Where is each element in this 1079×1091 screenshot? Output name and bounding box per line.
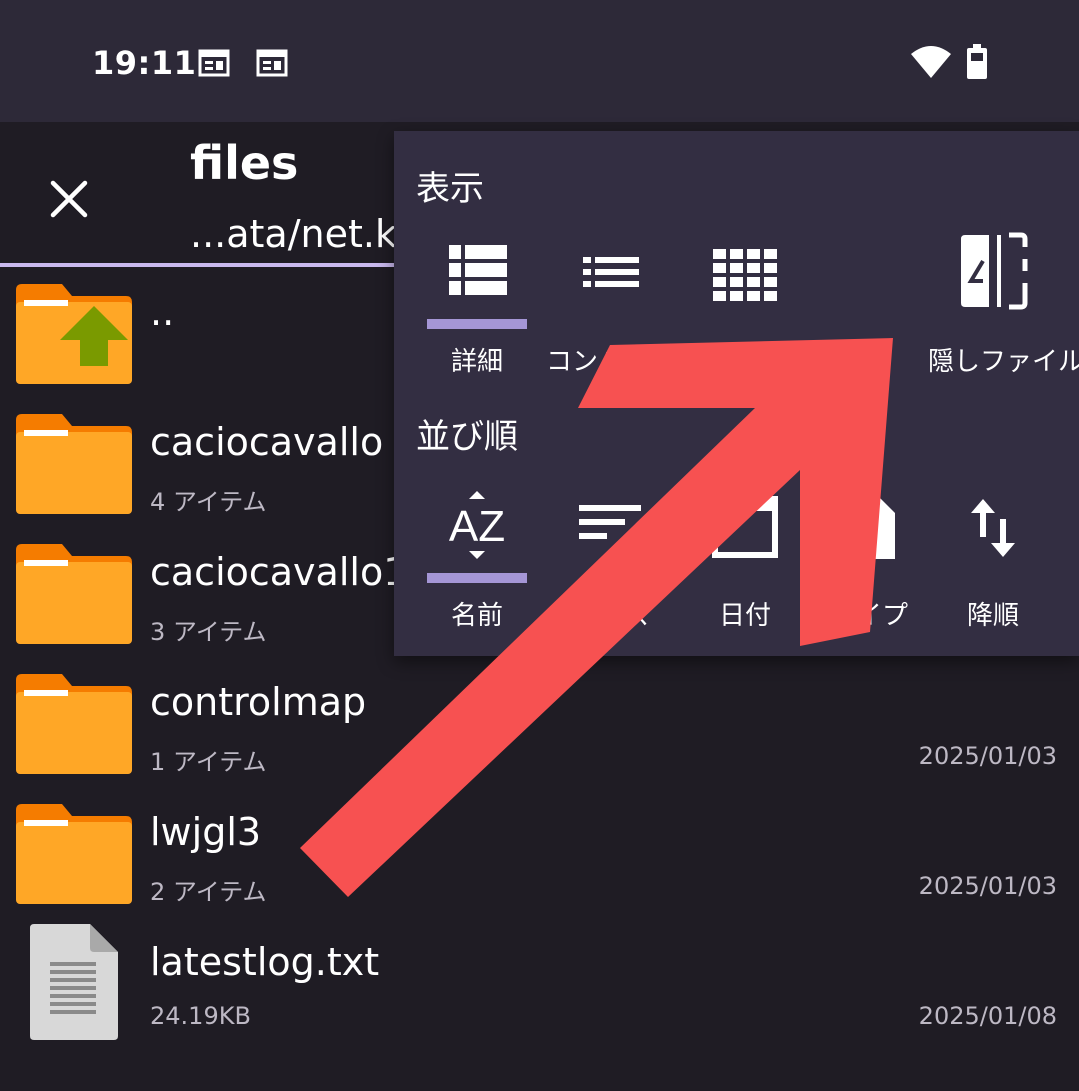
file-meta: 4 アイテム xyxy=(150,488,267,516)
folder-icon xyxy=(16,544,132,644)
selected-indicator xyxy=(427,319,527,329)
list-item[interactable]: latestlog.txt 24.19KB 2025/01/08 xyxy=(0,920,1079,1050)
status-time: 19:11 xyxy=(92,44,197,82)
view-options-menu: 表示 詳細 コンパクトリスト グリッド 隠しファイル 並び順 AZ 名前 サイズ… xyxy=(394,131,1079,656)
view-grid-icon xyxy=(713,249,777,301)
sort-name-icon: AZ xyxy=(449,491,505,559)
file-meta: 3 アイテム xyxy=(150,618,267,646)
folder-icon xyxy=(16,414,132,514)
file-meta: 24.19KB xyxy=(150,1002,251,1030)
path-subtitle: ...ata/net.kc xyxy=(190,212,418,256)
svg-text:AZ: AZ xyxy=(449,502,505,551)
file-meta: 2 アイテム xyxy=(150,878,267,906)
view-detail-icon xyxy=(449,245,507,295)
folder-icon xyxy=(16,674,132,774)
parent-folder-icon xyxy=(16,284,132,384)
view-detail-option[interactable]: 詳細 xyxy=(412,231,542,381)
hidden-files-option[interactable]: 隠しファイル xyxy=(928,231,1079,381)
option-label: 名前 xyxy=(450,601,503,631)
page-title: files xyxy=(190,136,299,190)
status-bar: 19:11 xyxy=(0,0,1079,122)
option-label: 降順 xyxy=(966,601,1019,631)
sort-size-option[interactable]: サイズ xyxy=(546,481,676,631)
option-label: グリッド xyxy=(692,347,797,377)
option-label: 日付 xyxy=(718,601,771,631)
file-date: 2025/01/03 xyxy=(918,742,1057,770)
file-name: caciocavallo1 xyxy=(150,550,408,594)
text-file-icon xyxy=(30,924,118,1040)
close-button[interactable] xyxy=(40,170,98,228)
file-date: 2025/01/08 xyxy=(918,1002,1057,1030)
sort-type-icon xyxy=(843,493,895,559)
list-item[interactable]: lwjgl3 2 アイテム 2025/01/03 xyxy=(0,790,1079,920)
sort-order-icon xyxy=(971,499,1015,557)
list-item[interactable]: controlmap 1 アイテム 2025/01/03 xyxy=(0,660,1079,790)
battery-icon xyxy=(967,44,987,79)
option-label: サイズ xyxy=(572,601,650,631)
view-grid-option[interactable]: グリッド xyxy=(680,231,810,381)
file-name: caciocavallo xyxy=(150,420,384,464)
calendar-icon xyxy=(256,49,288,77)
option-label: 詳細 xyxy=(450,347,503,377)
hidden-files-icon xyxy=(961,232,1028,310)
file-name: lwjgl3 xyxy=(150,810,262,854)
sort-order-option[interactable]: 降順 xyxy=(928,481,1058,631)
option-label: コンパクトリスト xyxy=(546,347,755,377)
file-name: latestlog.txt xyxy=(150,940,380,984)
view-list-option[interactable]: コンパクトリスト xyxy=(546,231,755,381)
sort-size-icon xyxy=(579,505,641,539)
file-name: .. xyxy=(150,290,175,334)
folder-icon xyxy=(16,804,132,904)
file-meta: 1 アイテム xyxy=(150,748,267,776)
wifi-icon xyxy=(911,46,951,78)
selected-indicator xyxy=(427,573,527,583)
file-date: 2025/01/03 xyxy=(918,872,1057,900)
sort-type-option[interactable]: タイプ xyxy=(804,481,934,631)
option-label: 隠しファイル xyxy=(928,347,1079,377)
close-icon xyxy=(50,180,88,218)
sort-name-option[interactable]: AZ 名前 xyxy=(412,481,542,631)
calendar-icon xyxy=(198,49,230,77)
app-bar-divider xyxy=(0,263,400,267)
sort-date-icon xyxy=(712,496,778,558)
option-label: タイプ xyxy=(829,601,908,631)
sort-date-option[interactable]: 日付 xyxy=(680,481,810,631)
view-list-icon xyxy=(583,257,639,287)
sort-section-title: 並び順 xyxy=(416,417,518,457)
display-section-title: 表示 xyxy=(416,169,484,209)
file-name: controlmap xyxy=(150,680,367,724)
